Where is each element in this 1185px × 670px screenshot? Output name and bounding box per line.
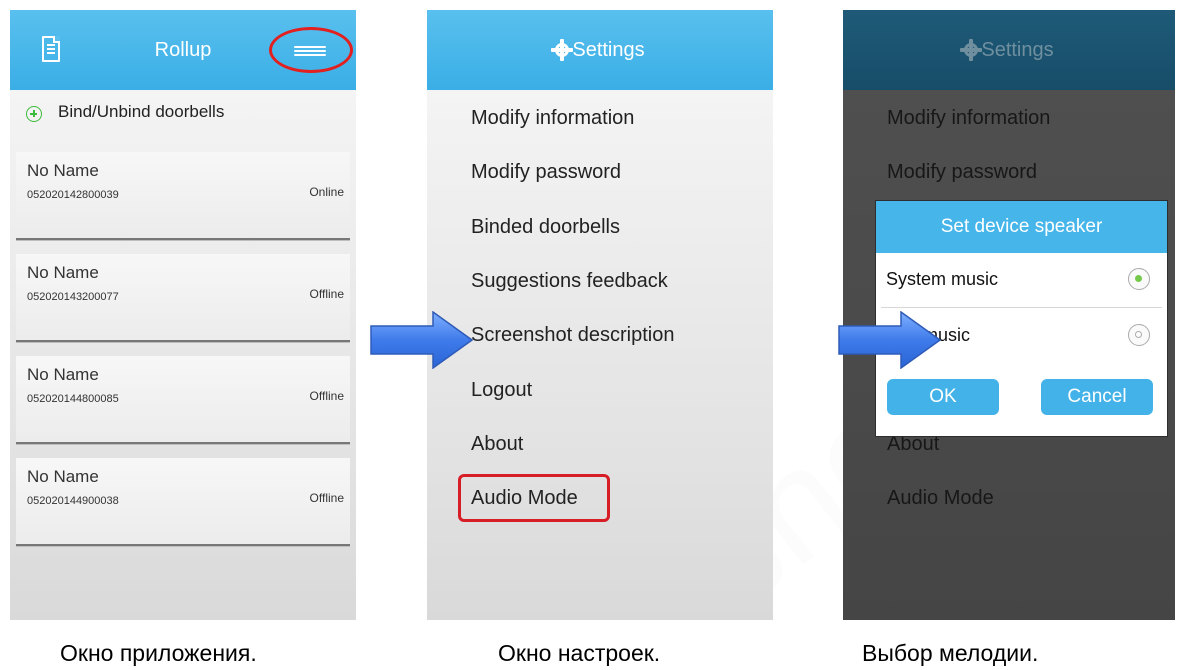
menu-highlight-ellipse: [269, 27, 353, 73]
caption-melody-select: Выбор мелодии.: [862, 640, 1039, 666]
menu-item-modify-password[interactable]: Modify password: [471, 159, 621, 185]
top-bar: Settings: [843, 10, 1175, 90]
settings-panel: Settings Modify information Modify passw…: [427, 10, 773, 620]
menu-item-suggestions-feedback[interactable]: Suggestions feedback: [471, 268, 668, 294]
page-title: Settings: [843, 37, 1175, 63]
device-card[interactable]: No Name 052020144900038 Offline: [16, 458, 350, 546]
cancel-button[interactable]: Cancel: [1041, 379, 1153, 415]
device-card[interactable]: No Name 052020142800039 Online: [16, 152, 350, 240]
radio-unselected[interactable]: [1128, 324, 1150, 346]
menu-item-screenshot-description[interactable]: Screenshot description: [471, 322, 674, 348]
device-name: No Name: [27, 467, 99, 486]
menu-item-modify-password: Modify password: [887, 161, 1038, 183]
device-name: No Name: [27, 161, 99, 180]
device-status: Offline: [309, 287, 344, 301]
radio-selected[interactable]: [1128, 268, 1150, 290]
device-card[interactable]: No Name 052020143200077 Offline: [16, 254, 350, 342]
dialog-title: Set device speaker: [876, 201, 1167, 253]
app-window-panel: Rollup Bind/Unbind doorbells No Name 052…: [10, 10, 356, 620]
device-id: 052020142800039: [27, 189, 119, 201]
caption-app-window: Окно приложения.: [60, 640, 257, 666]
bind-unbind-label: Bind/Unbind doorbells: [58, 102, 225, 121]
top-bar: Settings: [427, 10, 773, 90]
device-status: Offline: [309, 491, 344, 505]
top-bar: Rollup: [10, 10, 356, 90]
page-title: Settings: [427, 37, 773, 63]
divider: [881, 307, 1162, 308]
gear-icon: [960, 39, 983, 61]
device-status: Offline: [309, 389, 344, 403]
device-name: No Name: [27, 365, 99, 384]
option-label: System music: [886, 269, 999, 289]
gear-icon: [551, 39, 574, 61]
menu-item-modify-information[interactable]: Modify information: [471, 105, 634, 131]
right-arrow-icon: [838, 311, 941, 369]
device-name: No Name: [27, 263, 99, 282]
menu-item-audio-mode: Audio Mode: [887, 487, 994, 509]
option-system-music[interactable]: System music: [876, 253, 1167, 309]
ok-button[interactable]: OK: [887, 379, 999, 415]
audio-mode-highlight-box: [458, 474, 610, 522]
device-card[interactable]: No Name 052020144800085 Offline: [16, 356, 350, 444]
menu-item-about[interactable]: About: [471, 431, 523, 457]
device-id: 052020144800085: [27, 393, 119, 405]
menu-item-logout[interactable]: Logout: [471, 377, 532, 403]
menu-item-binded-doorbells[interactable]: Binded doorbells: [471, 214, 620, 240]
device-id: 052020143200077: [27, 291, 119, 303]
device-status: Online: [309, 185, 344, 199]
caption-settings-window: Окно настроек.: [498, 640, 661, 666]
plus-icon: [26, 106, 42, 122]
page-title-text: Settings: [981, 39, 1054, 61]
menu-item-modify-information: Modify information: [887, 107, 1051, 129]
page-title-text: Settings: [572, 39, 645, 61]
bind-unbind-row[interactable]: Bind/Unbind doorbells: [10, 101, 356, 133]
device-id: 052020144900038: [27, 495, 119, 507]
right-arrow-icon: [370, 311, 473, 369]
